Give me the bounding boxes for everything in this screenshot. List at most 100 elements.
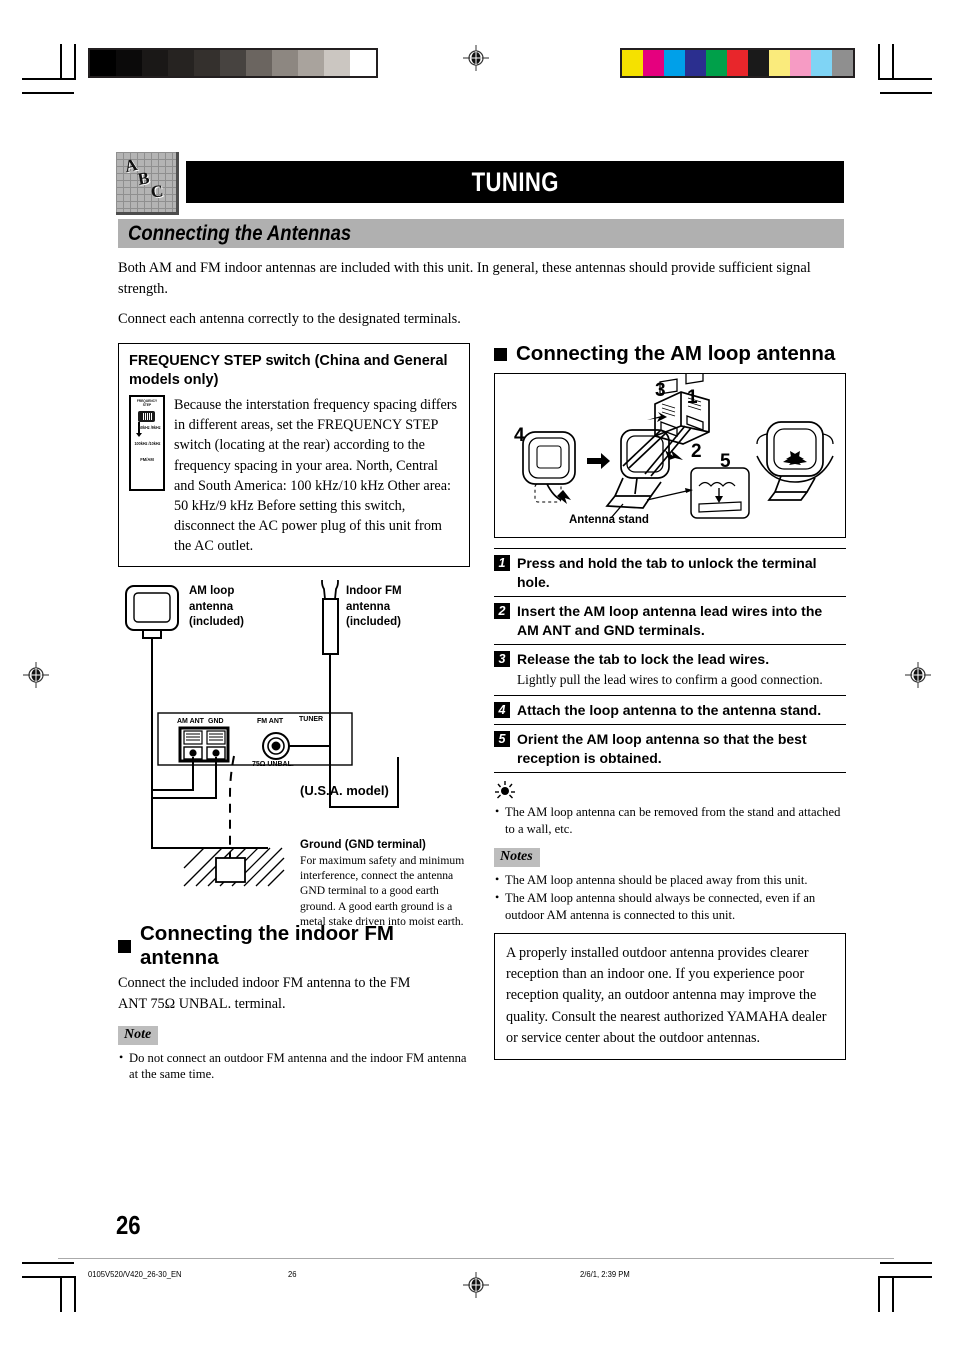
note-badge: Note xyxy=(118,1025,159,1045)
crop-mark xyxy=(892,44,894,80)
switch-bottom-label: FM/AM xyxy=(140,457,154,463)
step-number: 4 xyxy=(494,701,510,718)
step-body: Press and hold the tab to unlock the ter… xyxy=(517,554,846,591)
crop-mark xyxy=(60,1276,62,1312)
section-heading-band: Connecting the Antennas xyxy=(118,219,844,248)
crop-mark xyxy=(22,1276,74,1278)
grayscale-swatch xyxy=(168,50,194,76)
grayscale-swatch xyxy=(142,50,168,76)
am-notes-list: The AM loop antenna should be placed awa… xyxy=(494,871,846,924)
gnd-label: GND xyxy=(208,718,224,726)
grayscale-swatch xyxy=(246,50,272,76)
footer-rule xyxy=(58,1258,894,1259)
registration-mark-bottom xyxy=(463,1272,489,1298)
step-row: 5 Orient the AM loop antenna so that the … xyxy=(494,725,846,774)
callout-3: 3 xyxy=(655,380,666,401)
step-number: 3 xyxy=(494,651,510,668)
step-number: 2 xyxy=(494,603,510,620)
antenna-stand-label: Antenna stand xyxy=(569,514,649,526)
fm-ant-label: FM ANT xyxy=(257,718,284,726)
color-swatch xyxy=(664,50,685,76)
color-calibration-bar xyxy=(620,48,855,78)
switch-top-label: FREQUENCY STEP xyxy=(136,399,158,408)
step-title: Orient the AM loop antenna so that the b… xyxy=(517,731,807,766)
am-section-heading-row: Connecting the AM loop antenna xyxy=(494,342,846,366)
callout-5: 5 xyxy=(720,451,731,472)
tip-bulb-icon xyxy=(494,781,516,799)
color-swatch xyxy=(832,50,853,76)
registration-mark-top xyxy=(463,45,489,71)
am-loop-antenna-label: AM loop antenna (included) xyxy=(189,585,244,628)
page-title: TUNING xyxy=(471,166,559,197)
color-swatch xyxy=(643,50,664,76)
step-title: Release the tab to lock the lead wires. xyxy=(517,651,770,668)
model-note: (U.S.A. model) xyxy=(300,783,389,799)
grayscale-swatch xyxy=(220,50,246,76)
registration-mark-right xyxy=(905,662,931,688)
step-row: 3 Release the tab to lock the lead wires.… xyxy=(494,645,846,696)
impedance-label: 75Ω UNBAL. xyxy=(252,761,294,769)
color-swatch xyxy=(811,50,832,76)
grayscale-swatch xyxy=(324,50,350,76)
step-number: 5 xyxy=(494,731,510,748)
page-number: 26 xyxy=(116,1210,141,1240)
antenna-wiring-diagram: AM loop antenna (included) Indoor FM ant… xyxy=(118,580,470,928)
chapter-abc-icon: A B C xyxy=(116,152,179,215)
indoor-fm-antenna-label: Indoor FM antenna (included) xyxy=(346,585,402,628)
grayscale-swatch xyxy=(90,50,116,76)
tuner-label: TUNER xyxy=(299,716,324,724)
step-row: 1 Press and hold the tab to unlock the te… xyxy=(494,549,846,598)
step-title: Attach the loop antenna to the antenna s… xyxy=(517,701,822,718)
step-number: 1 xyxy=(494,555,510,571)
callout-2: 2 xyxy=(691,441,702,462)
note-item: The AM loop antenna should be placed awa… xyxy=(494,871,846,889)
step-title: Press and hold the tab to unlock the ter… xyxy=(517,555,817,590)
intro-paragraph-2: Connect each antenna correctly to the de… xyxy=(118,311,461,327)
frequency-step-box: FREQUENCY STEP switch (China and General… xyxy=(118,343,470,568)
fm-section-body: Connect the included indoor FM antenna t… xyxy=(118,975,411,1012)
bullet-square-icon xyxy=(118,939,131,953)
crop-mark xyxy=(22,78,74,80)
color-swatch xyxy=(769,50,790,76)
notes-badge: Notes xyxy=(494,848,540,868)
grayscale-swatch xyxy=(116,50,142,76)
ground-terminal-title: Ground (GND terminal) xyxy=(300,839,426,852)
grayscale-swatch xyxy=(272,50,298,76)
crop-mark xyxy=(880,92,932,94)
step-body: Attach the loop antenna to the antenna s… xyxy=(517,701,846,720)
step-body: Orient the AM loop antenna so that the b… xyxy=(517,730,846,767)
step-body: Release the tab to lock the lead wires. L… xyxy=(517,650,846,689)
bullet-square-icon xyxy=(494,347,507,361)
chapter-title-bar: TUNING xyxy=(186,161,844,203)
footer-timestamp: 2/6/1, 2:39 PM xyxy=(580,1269,630,1279)
color-swatch xyxy=(706,50,727,76)
outdoor-antenna-box: A properly installed outdoor antenna pro… xyxy=(494,932,846,1061)
callout-4: 4 xyxy=(514,425,525,446)
frequency-step-body: Because the interstation frequency spaci… xyxy=(174,397,457,555)
crop-mark xyxy=(22,1262,74,1264)
note-item: The AM loop antenna should always be con… xyxy=(494,889,846,924)
step-row: 4 Attach the loop antenna to the antenna … xyxy=(494,696,846,726)
left-column: FREQUENCY STEP switch (China and General… xyxy=(118,343,470,1084)
am-steps-list: 1 Press and hold the tab to unlock the te… xyxy=(494,548,846,774)
step-detail: Lightly pull the lead wires to confirm a… xyxy=(517,672,823,688)
color-swatch xyxy=(727,50,748,76)
grayscale-swatch xyxy=(194,50,220,76)
page-canvas: A B C TUNING Connecting the Antennas Bot… xyxy=(0,0,954,1351)
step-title: Insert the AM loop antenna lead wires in… xyxy=(517,603,823,638)
grayscale-swatch xyxy=(298,50,324,76)
crop-mark xyxy=(878,44,880,80)
color-swatch xyxy=(748,50,769,76)
crop-mark xyxy=(74,1276,76,1312)
color-swatch xyxy=(622,50,643,76)
fm-section-heading: Connecting the indoor FM antenna xyxy=(140,922,394,970)
footer-page: 26 xyxy=(288,1269,297,1279)
am-tips-list: The AM loop antenna can be removed from … xyxy=(494,803,846,838)
abc-letter-c: C xyxy=(149,181,165,202)
color-swatch xyxy=(685,50,706,76)
fm-section-heading-row: Connecting the indoor FM antenna xyxy=(118,922,470,970)
crop-mark xyxy=(880,1276,932,1278)
crop-mark xyxy=(892,1276,894,1312)
footer-filename: 0105V520/V420_26-30_EN xyxy=(88,1269,182,1279)
step-row: 2 Insert the AM loop antenna lead wires i… xyxy=(494,597,846,646)
